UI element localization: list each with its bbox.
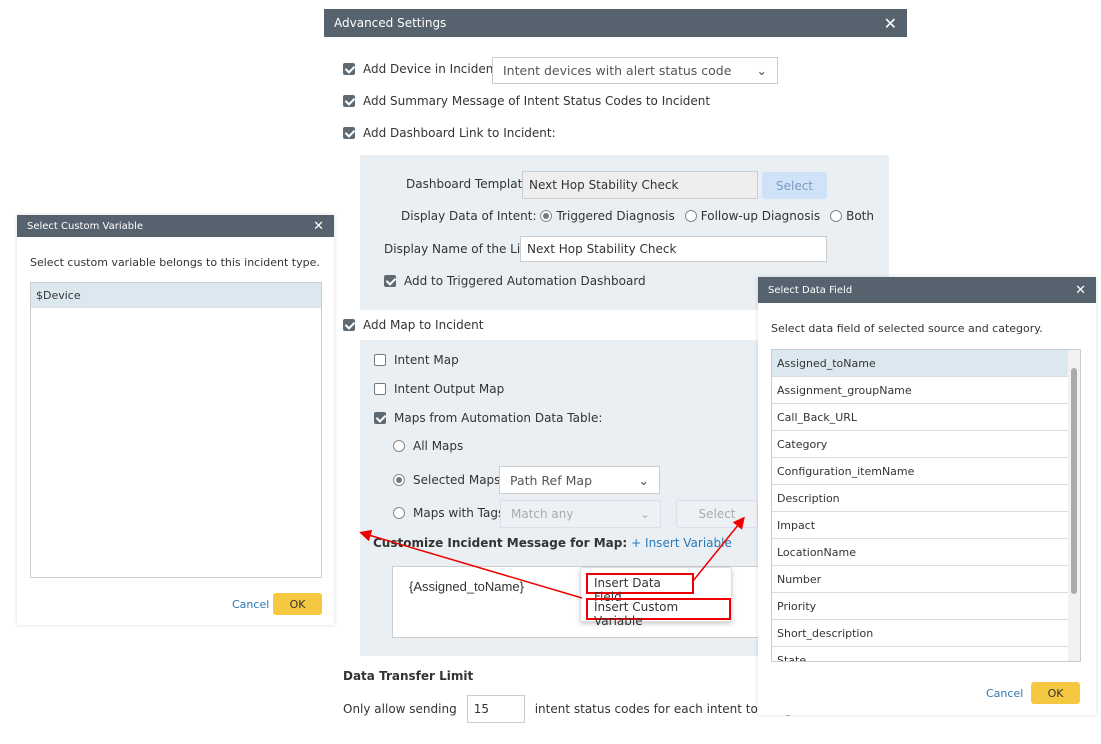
arrow-to-custom-variable	[359, 529, 583, 599]
annotation-arrows	[359, 516, 745, 599]
arrow-to-data-field	[692, 516, 745, 582]
